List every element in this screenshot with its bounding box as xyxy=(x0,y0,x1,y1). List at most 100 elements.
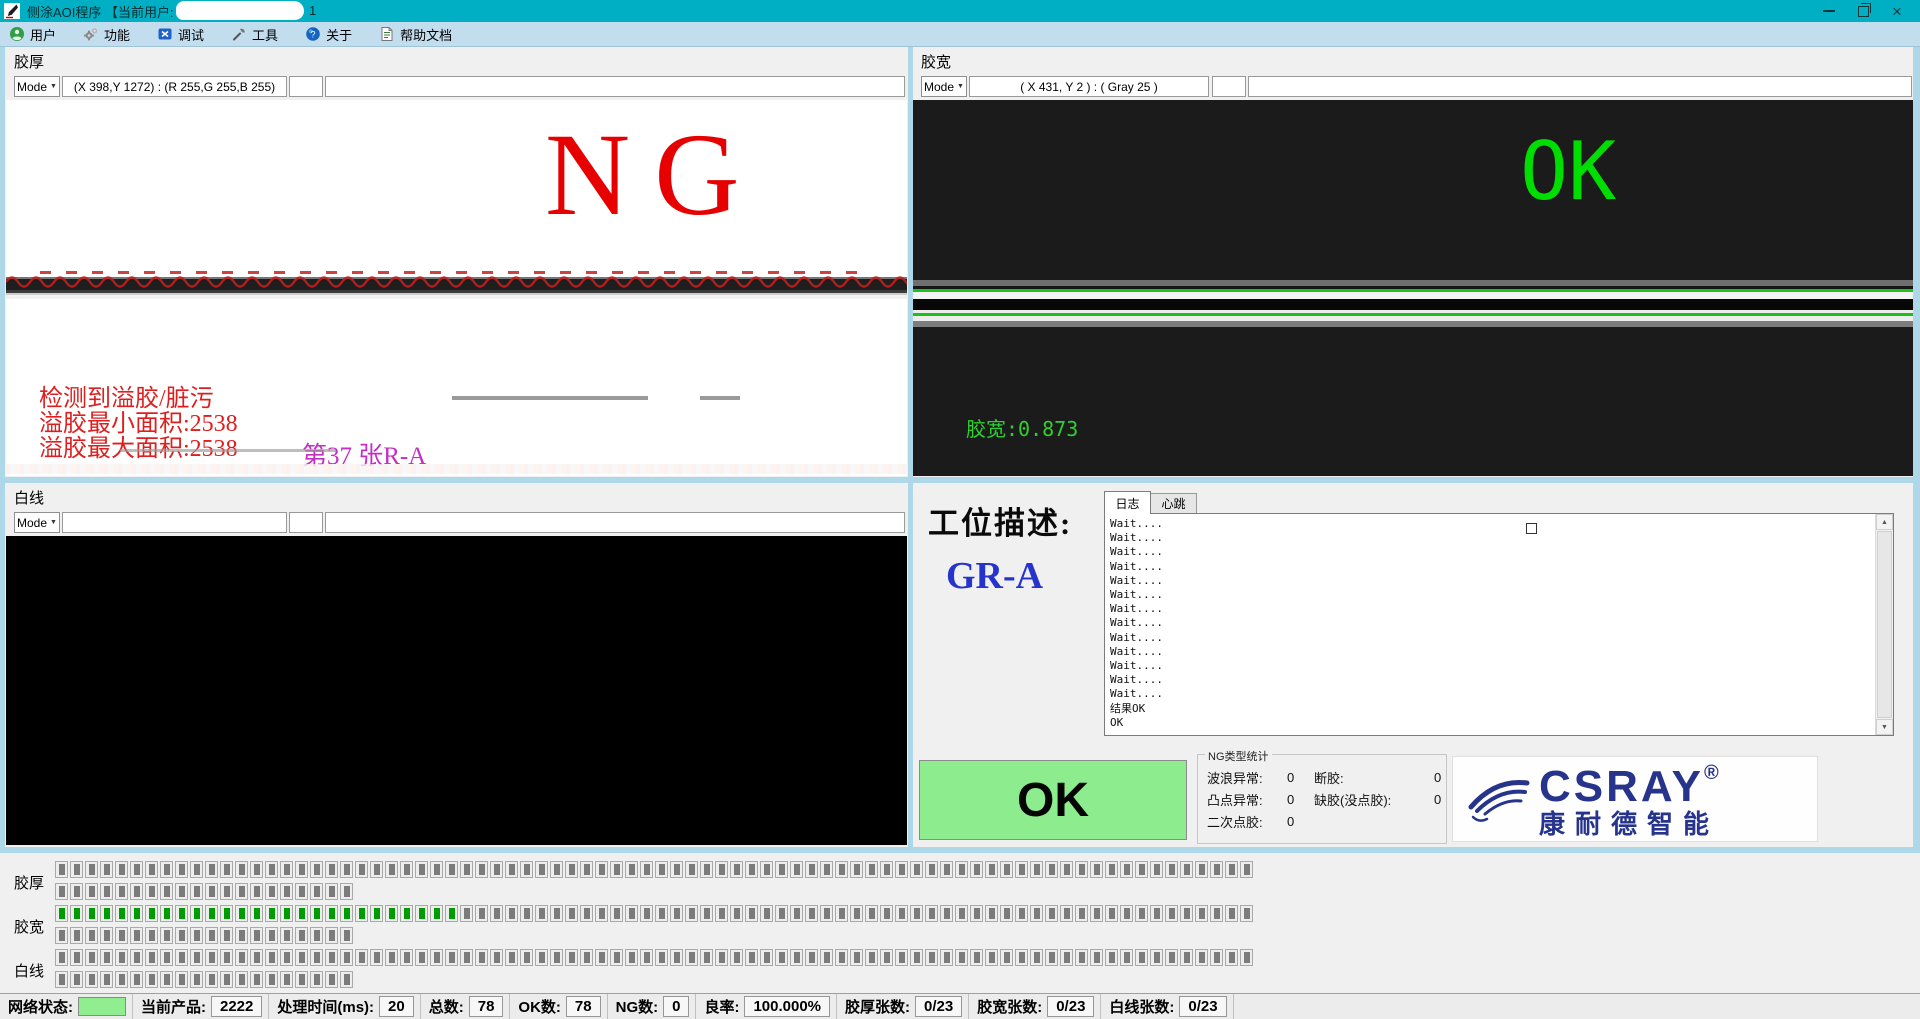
red-wave-annotation xyxy=(6,266,907,292)
indicator-cell xyxy=(145,927,158,944)
indicator-cell xyxy=(145,971,158,988)
log-line: Wait.... xyxy=(1110,659,1875,673)
restore-button[interactable] xyxy=(1846,0,1880,22)
indicator-cell xyxy=(460,861,473,878)
indicator-cell xyxy=(460,949,473,966)
indicator-cell xyxy=(295,883,308,900)
indicator-cell xyxy=(1075,905,1088,922)
log-checkbox[interactable] xyxy=(1526,523,1537,534)
ng-stat-label: 缺胶(没点胶): xyxy=(1314,790,1434,809)
indicator-cell xyxy=(265,861,278,878)
indicator-cell xyxy=(715,949,728,966)
indicator-cell xyxy=(175,883,188,900)
status-segment: NG数:0 xyxy=(608,994,697,1019)
status-value: 0/23 xyxy=(1179,996,1226,1017)
menu-item-debug[interactable]: 调试 xyxy=(157,25,204,44)
ng-stat-label: 凸点异常: xyxy=(1207,790,1287,809)
indicator-cell xyxy=(895,861,908,878)
ng-stat-label: 二次点胶: xyxy=(1207,812,1287,831)
indicator-cell xyxy=(625,861,638,878)
indicator-cell xyxy=(85,861,98,878)
indicator-cell xyxy=(445,861,458,878)
indicator-cell xyxy=(790,949,803,966)
ng-stat-row: 凸点异常:0 xyxy=(1207,788,1294,810)
indicator-cell xyxy=(385,905,398,922)
indicator-cell xyxy=(730,949,743,966)
indicator-cell xyxy=(685,905,698,922)
indicator-cell xyxy=(115,905,128,922)
indicator-cell xyxy=(445,905,458,922)
scroll-down-icon[interactable]: ▼ xyxy=(1876,719,1893,735)
indicator-cell xyxy=(580,861,593,878)
indicator-cell xyxy=(610,905,623,922)
indicator-cell xyxy=(355,861,368,878)
indicator-cell xyxy=(1135,949,1148,966)
indicator-cell xyxy=(1210,861,1223,878)
scroll-up-icon[interactable]: ▲ xyxy=(1876,514,1893,530)
restore-icon xyxy=(1858,6,1869,17)
menu-item-help-doc[interactable]: 帮助文档 xyxy=(379,25,452,44)
indicator-cell xyxy=(880,949,893,966)
indicator-cell xyxy=(490,905,503,922)
glue-width-small-box xyxy=(1212,76,1246,97)
window-title-suffix: 1 xyxy=(309,3,316,18)
menu-item-label: 工具 xyxy=(252,25,278,44)
indicator-cell xyxy=(865,905,878,922)
indicator-cell xyxy=(1195,905,1208,922)
log-scrollbar[interactable]: ▲ ▼ xyxy=(1875,514,1893,735)
indicator-cell xyxy=(310,927,323,944)
indicator-cell xyxy=(280,861,293,878)
app-icon xyxy=(4,3,20,19)
indicator-cell xyxy=(190,905,203,922)
indicator-cell xyxy=(340,971,353,988)
indicator-cell xyxy=(130,971,143,988)
ok-result-text: OK xyxy=(1520,132,1616,212)
indicator-cell xyxy=(175,927,188,944)
overall-result-button[interactable]: OK xyxy=(919,760,1187,840)
tab-log[interactable]: 日志 xyxy=(1104,491,1151,514)
menu-item-gear[interactable]: 功能 xyxy=(83,25,130,44)
indicator-cell xyxy=(670,949,683,966)
scrollbar-thumb[interactable] xyxy=(1877,531,1892,718)
indicator-cell xyxy=(205,927,218,944)
glue-width-mode-dropdown[interactable]: Mode▼ xyxy=(921,76,967,97)
indicator-cell xyxy=(220,905,233,922)
status-label: 良率: xyxy=(699,996,744,1017)
indicator-cell xyxy=(385,861,398,878)
indicator-cell xyxy=(1120,949,1133,966)
indicator-cell xyxy=(265,971,278,988)
menu-item-wrench[interactable]: 工具 xyxy=(231,25,278,44)
indicator-cell xyxy=(1150,905,1163,922)
indicator-cell xyxy=(310,883,323,900)
close-button[interactable]: × xyxy=(1880,0,1914,22)
log-content: Wait....Wait....Wait....Wait....Wait....… xyxy=(1106,515,1875,734)
status-value: 2222 xyxy=(211,996,262,1017)
indicator-cell xyxy=(1165,861,1178,878)
white-line-mode-dropdown[interactable]: Mode▼ xyxy=(14,512,60,533)
indicator-cell xyxy=(760,949,773,966)
indicator-cell xyxy=(55,905,68,922)
indicator-cell xyxy=(190,883,203,900)
indicator-cell xyxy=(1105,861,1118,878)
indicator-cell xyxy=(940,949,953,966)
gear-icon xyxy=(83,26,99,42)
logo-registered-mark: ® xyxy=(1704,762,1719,784)
indicator-cell xyxy=(775,905,788,922)
menu-item-user[interactable]: 用户 xyxy=(9,25,56,44)
indicator-cell xyxy=(1000,905,1013,922)
indicator-cell xyxy=(160,861,173,878)
indicator-cell xyxy=(325,971,338,988)
menu-item-about[interactable]: ?关于 xyxy=(305,25,352,44)
glue-thickness-mode-dropdown[interactable]: Mode▼ xyxy=(14,76,60,97)
indicator-cell xyxy=(1240,905,1253,922)
indicator-cell xyxy=(250,927,263,944)
indicator-cell xyxy=(115,927,128,944)
minimize-button[interactable] xyxy=(1812,0,1846,22)
indicator-cell xyxy=(1180,949,1193,966)
tab-heartbeat[interactable]: 心跳 xyxy=(1151,493,1197,514)
gray-scribble xyxy=(700,396,740,400)
indicator-cell xyxy=(115,861,128,878)
status-value: 0/23 xyxy=(1047,996,1094,1017)
station-desc-value: GR-A xyxy=(946,554,1043,598)
menu-item-label: 关于 xyxy=(326,25,352,44)
